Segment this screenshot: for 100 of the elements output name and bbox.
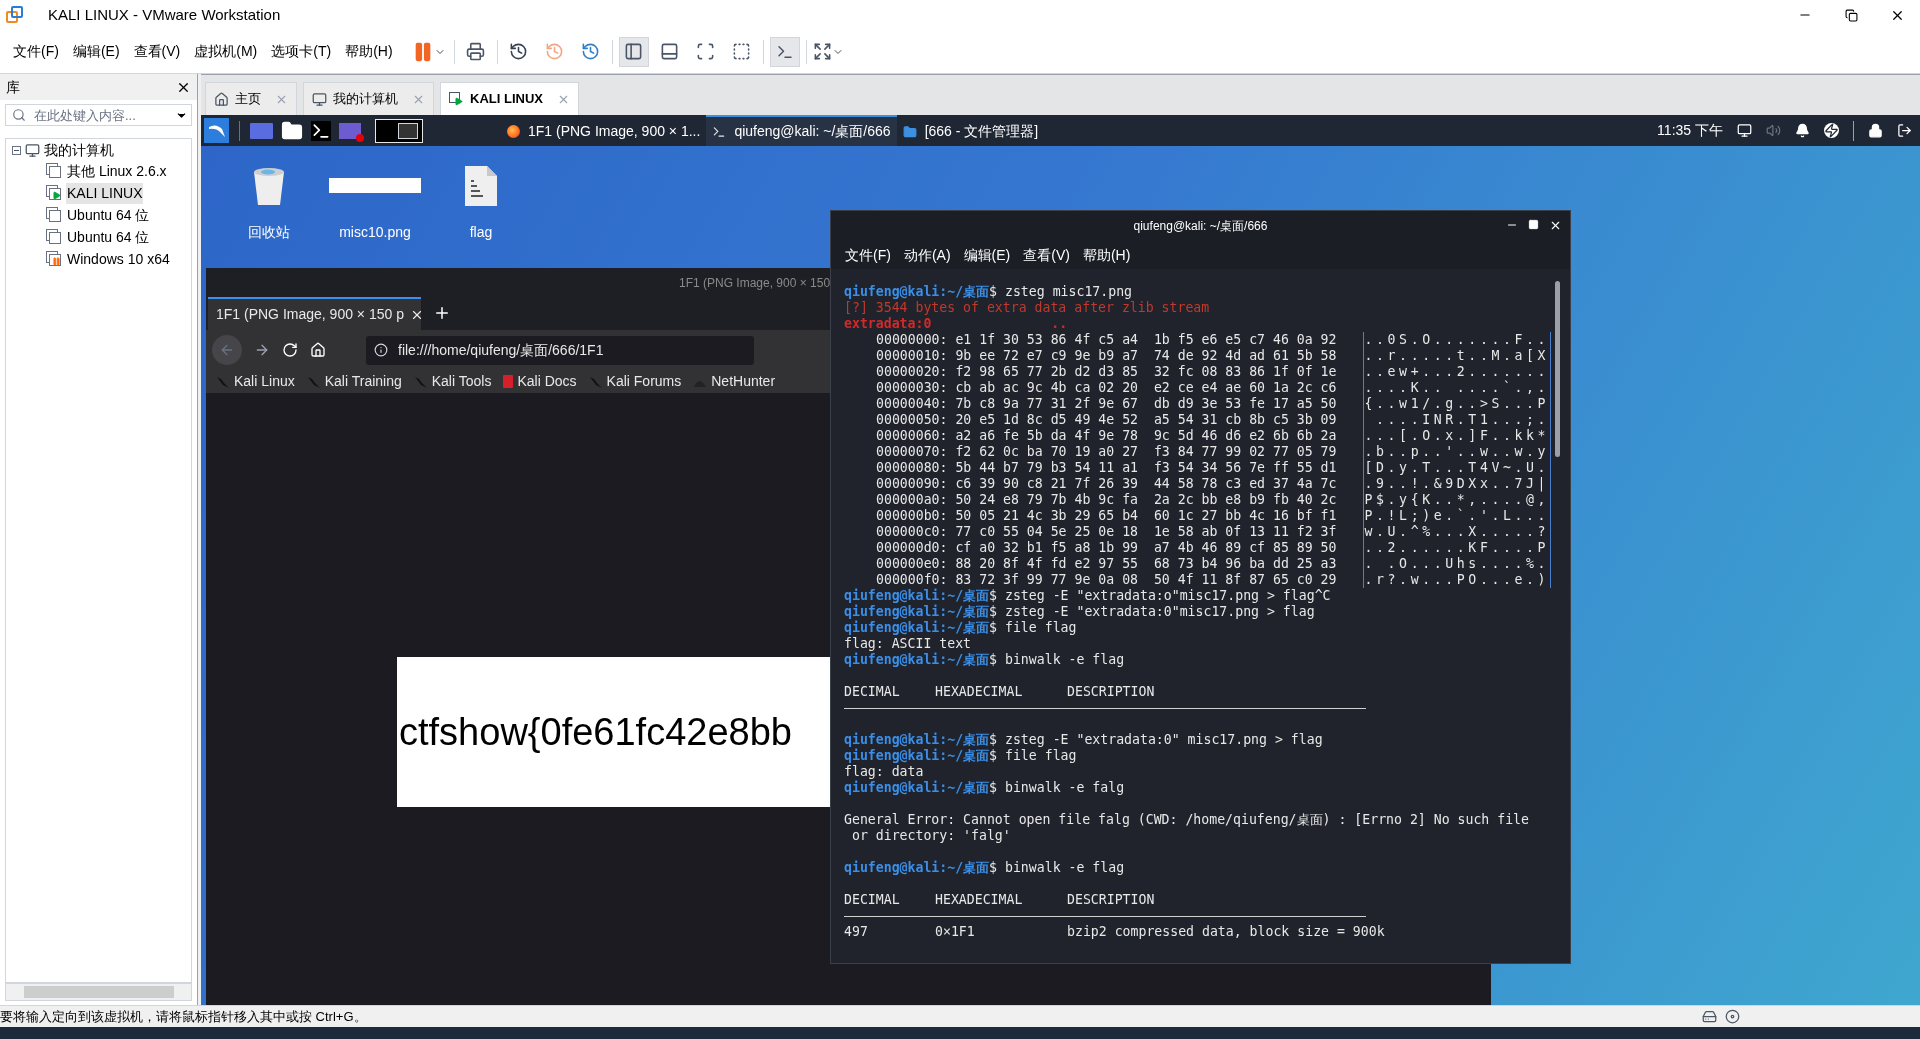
vm-icon bbox=[46, 163, 62, 179]
dragon-icon bbox=[216, 374, 230, 389]
library-view-button[interactable] bbox=[618, 36, 649, 67]
power-icon[interactable] bbox=[1824, 123, 1839, 138]
tree-item[interactable]: 我的计算机 bbox=[44, 140, 114, 161]
collapse-icon[interactable] bbox=[12, 146, 21, 155]
horizontal-scrollbar[interactable] bbox=[5, 983, 192, 1001]
menu-item[interactable]: 选项卡(T) bbox=[264, 41, 339, 62]
vm-icon bbox=[46, 207, 62, 223]
menu-item[interactable]: 动作(A) bbox=[897, 244, 957, 266]
terminal-line: qiufeng@kali:~/桌面$ binwalk -e flag bbox=[844, 860, 1126, 876]
menu-item[interactable]: 查看(V) bbox=[1017, 244, 1076, 266]
menu-item[interactable]: 编辑(E) bbox=[65, 41, 127, 62]
desktop-icon-label[interactable]: 回收站 bbox=[248, 222, 290, 243]
table-cell-text: HEXADECIMAL bbox=[935, 684, 1024, 700]
terminal-line: [?] 3544 bytes of extra data after zlib stream bbox=[844, 300, 1211, 316]
ascii-column: ..ew+...2....... bbox=[1362, 364, 1551, 380]
table-cell-text: bzip2 compressed data, block size = 900k bbox=[1067, 924, 1386, 940]
desktop-icon-label[interactable]: misc10.png bbox=[339, 222, 411, 243]
console-view-button[interactable] bbox=[769, 36, 800, 67]
hex-dump-line: 000000d0: cf a0 32 b1 f5 a8 1b 99 a7 4b 46 89 cf 85 89 50 bbox=[876, 540, 1337, 556]
hex-dump-line: 00000040: 7b c8 9a 77 31 2f 9e 67 db d9 3e 53 fe 17 a5 50 bbox=[876, 396, 1337, 412]
binary-file-icon bbox=[465, 166, 497, 206]
bookmark-item[interactable]: Kali Linux bbox=[216, 371, 295, 392]
hex-dump-line: 00000030: cb ab ac 9c 4b ca 02 20 e2 ce e4 ae 60 1a 2c c6 bbox=[876, 380, 1337, 396]
home-icon bbox=[214, 91, 229, 107]
taskbar-item[interactable]: 1F1 (PNG Image, 900 × 1... bbox=[501, 115, 707, 146]
ascii-column: P$.y{K..*,....@, bbox=[1362, 492, 1551, 508]
browser-tab[interactable]: 1F1 (PNG Image, 900 × 150 p bbox=[208, 297, 421, 330]
menu-item[interactable]: 帮助(H) bbox=[338, 41, 400, 62]
menu-item[interactable]: 文件(F) bbox=[839, 244, 897, 266]
terminal-line: qiufeng@kali:~/桌面$ binwalk -e falg bbox=[844, 780, 1126, 796]
tree-item[interactable]: Ubuntu 64 位 bbox=[66, 226, 151, 248]
vm-icon bbox=[449, 91, 464, 107]
terminal-line: General Error: Cannot open file falg (CWD: /home/qiufeng/桌面) : [Errno 2] No such file bbox=[844, 812, 1530, 828]
bookmark-item[interactable]: NetHunter bbox=[693, 371, 776, 392]
kali-menu-icon[interactable] bbox=[204, 118, 229, 143]
address-bar[interactable]: file:///home/qiufeng/桌面/666/1F1 bbox=[366, 335, 754, 365]
logout-icon[interactable] bbox=[1897, 123, 1912, 138]
ascii-column: ..2......KF....P bbox=[1362, 540, 1551, 556]
clock-icon bbox=[509, 42, 529, 61]
workspace-icon[interactable] bbox=[250, 122, 273, 139]
display-icon[interactable] bbox=[1737, 123, 1752, 138]
image-text: ctfshow{0fe61fc42e8bb bbox=[399, 709, 792, 755]
desktop-icon-label[interactable]: flag bbox=[469, 222, 493, 243]
panel-title: 库 bbox=[6, 77, 20, 97]
maximize-icon[interactable] bbox=[1528, 219, 1539, 230]
tree-item[interactable]: 其他 Linux 2.6.x bbox=[66, 160, 168, 182]
taskbar-item[interactable]: [666 - 文件管理器] bbox=[896, 115, 1045, 146]
forward-icon[interactable] bbox=[254, 342, 270, 358]
menu-item[interactable]: 文件(F) bbox=[6, 41, 66, 62]
tree-item[interactable]: Ubuntu 64 位 bbox=[66, 204, 151, 226]
bookmark-item[interactable]: Kali Docs bbox=[503, 371, 577, 392]
terminal-icon[interactable] bbox=[311, 120, 331, 141]
table-cell-text: DESCRIPTION bbox=[1067, 892, 1156, 908]
menu-item[interactable]: 编辑(E) bbox=[957, 244, 1017, 266]
home-icon[interactable] bbox=[310, 342, 326, 358]
vm-tab[interactable]: KALI LINUX bbox=[440, 82, 579, 115]
hex-dump-line: 00000010: 9b ee 72 e7 c9 9e b9 a7 74 de 92 4d ad 61 5b 58 bbox=[876, 348, 1337, 364]
disc-icon[interactable] bbox=[1725, 1009, 1740, 1024]
table-cell-text: DESCRIPTION bbox=[1067, 684, 1156, 700]
taskbar-item[interactable]: qiufeng@kali: ~/桌面/666 bbox=[706, 115, 897, 146]
hex-dump-line: 00000020: f2 98 65 77 2b d2 d3 85 32 fc 08 83 86 1f 0f 1e bbox=[876, 364, 1337, 380]
vm-tab[interactable]: 我的计算机 bbox=[303, 82, 434, 115]
tree-item[interactable]: Windows 10 x64 bbox=[66, 248, 171, 270]
lock-icon[interactable] bbox=[1868, 123, 1883, 138]
ascii-column: ....INR.T1...;. bbox=[1362, 412, 1551, 428]
bookmark-item[interactable]: Kali Tools bbox=[413, 371, 492, 392]
workspace-switcher[interactable] bbox=[375, 118, 423, 143]
app-logo-icon bbox=[6, 6, 24, 24]
table-cell-text: 0×1F1 bbox=[935, 924, 976, 940]
bookmark-item[interactable]: Kali Training bbox=[306, 371, 402, 392]
clock[interactable]: 11:35 下午 bbox=[1657, 120, 1723, 141]
bookmark-item[interactable]: Kali Forums bbox=[588, 371, 682, 392]
terminal-line: qiufeng@kali:~/桌面$ file flag bbox=[844, 620, 1078, 636]
notification-icon[interactable] bbox=[1795, 123, 1810, 138]
document-icon bbox=[503, 375, 514, 388]
reload-icon[interactable] bbox=[282, 342, 298, 358]
clock-icon bbox=[581, 42, 601, 61]
menu-item[interactable]: 查看(V) bbox=[126, 41, 188, 62]
scrollbar-thumb[interactable] bbox=[1555, 281, 1560, 457]
folder-icon[interactable] bbox=[281, 119, 303, 142]
vm-icon bbox=[46, 251, 62, 267]
ascii-column: .9..!.&9DXx..7J| bbox=[1362, 476, 1551, 492]
menu-item[interactable]: 帮助(H) bbox=[1076, 244, 1137, 266]
menu-item[interactable]: 虚拟机(M) bbox=[187, 41, 265, 62]
image-thumbnail-icon bbox=[329, 178, 421, 193]
terminal-line: qiufeng@kali:~/桌面$ zsteg -E "extradata:0"misc17.png > flag bbox=[844, 604, 1316, 620]
vm-tab[interactable]: 主页 bbox=[205, 82, 297, 115]
terminal-text: .. bbox=[1051, 316, 1068, 332]
search-field[interactable]: 在此处键入内容... bbox=[5, 104, 192, 126]
new-tab-icon[interactable] bbox=[433, 304, 451, 322]
volume-icon[interactable] bbox=[1766, 123, 1781, 138]
ascii-column: .r?.w...PO...e.) bbox=[1362, 572, 1551, 588]
screen-recorder-icon[interactable] bbox=[339, 122, 361, 139]
terminal-icon bbox=[712, 124, 727, 139]
tree-item[interactable]: KALI LINUX bbox=[66, 182, 144, 204]
close-icon[interactable] bbox=[1549, 219, 1562, 232]
panel-left-icon bbox=[624, 42, 644, 61]
hex-dump-line: 000000a0: 50 24 e8 79 7b 4b 9c fa 2a 2c bb e8 b9 fb 40 2c bbox=[876, 492, 1337, 508]
